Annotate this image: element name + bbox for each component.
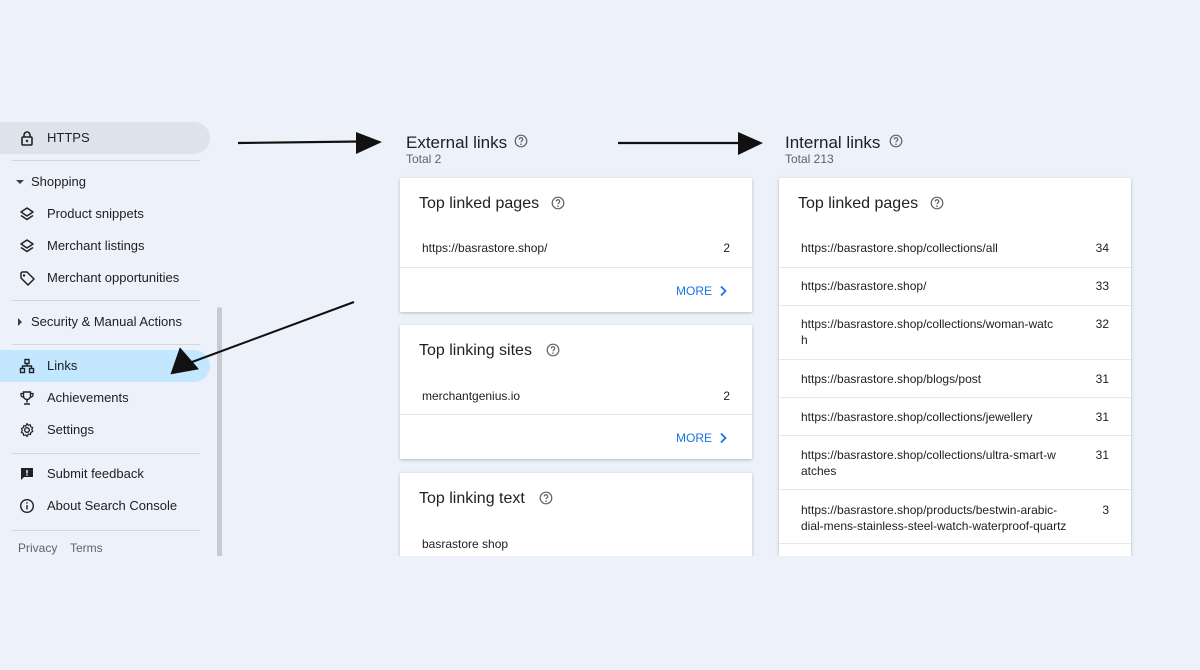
table-row[interactable]: https://basrastore.shop/collections/woma… [779,306,1131,360]
row-count: 2 [723,241,730,255]
table-row[interactable]: merchantgenius.io 2 [400,377,752,415]
gear-icon [20,422,34,438]
sidebar-item-merchant-opportunities[interactable]: Merchant opportunities [0,262,210,294]
caret-right-icon [18,318,22,326]
row-url: merchantgenius.io [422,389,521,403]
shopping-section-toggle[interactable]: Shopping [0,166,210,198]
row-url: https://basrastore.shop/ [801,279,927,293]
chevron-right-icon [720,432,727,444]
table-row[interactable]: https://basrastore.shop/collections/jewe… [779,398,1131,436]
row-url: https://basrastore.shop/collections/woma… [801,317,1054,347]
more-button[interactable]: MORE [676,431,728,445]
trophy-icon [20,391,34,405]
card-title: Top linking sites [419,342,532,359]
internal-links-title: Internal links [785,133,881,152]
table-row[interactable]: https://basrastore.shop/collections/ultr… [779,436,1131,490]
sidebar-item-https[interactable]: HTTPS [0,122,210,154]
row-url: https://basrastore.shop/collections/all [801,241,998,255]
external-links-title: External links [406,133,508,152]
card-title: Top linked pages [419,195,540,212]
section-label: Security & Manual Actions [31,314,183,329]
table-row[interactable]: https://basrastore.shop/products/bestwin… [779,490,1131,544]
table-row[interactable]: https://basrastore.shop/ 33 [779,268,1131,306]
more-label: MORE [676,431,712,445]
sidebar-item-submit-feedback[interactable]: Submit feedback [0,458,210,490]
internal-top-linked-pages-card: Top linked pages https://basrastore.shop… [779,178,1131,578]
page-background [0,556,1200,670]
sidebar-item-label: About Search Console [47,498,178,513]
terms-link[interactable]: Terms [70,541,103,555]
sitemap-icon [19,358,35,374]
sidebar-item-links[interactable]: Links [0,350,210,382]
external-top-linking-sites-card: Top linking sites merchantgenius.io 2 MO… [400,325,752,459]
external-top-linked-pages-card: Top linked pages https://basrastore.shop… [400,178,752,312]
row-count: 3 [1102,503,1109,517]
sidebar-item-label: HTTPS [47,130,90,145]
row-url: https://basrastore.shop/products/bestwin… [801,503,1067,533]
arrow-to-external-links [237,132,382,154]
more-button[interactable]: MORE [676,284,728,298]
row-count: 31 [1095,372,1109,386]
more-label: MORE [676,284,712,298]
divider [12,453,200,454]
sidebar-item-label: Merchant listings [47,238,145,253]
sidebar-item-label: Merchant opportunities [47,270,180,285]
sidebar-item-settings[interactable]: Settings [0,414,210,446]
divider [12,530,200,531]
table-row[interactable]: https://basrastore.shop/collections/all … [779,230,1131,268]
divider [12,344,200,345]
chevron-right-icon [720,285,727,297]
help-icon[interactable] [889,134,903,148]
sidebar-item-label: Submit feedback [47,466,144,481]
card-title: Top linked pages [798,195,919,212]
row-count: 32 [1095,317,1109,331]
section-label: Shopping [31,174,86,189]
external-links-total: Total 2 [406,152,442,166]
sidebar-item-label: Achievements [47,390,129,405]
table-row[interactable]: https://basrastore.shop/ 2 [400,230,752,268]
arrow-to-internal-links [618,132,763,155]
sidebar-item-about[interactable]: About Search Console [0,490,210,522]
row-count: 33 [1095,279,1109,293]
row-url: https://basrastore.shop/collections/ultr… [801,448,1056,478]
row-count: 34 [1095,241,1109,255]
sidebar-item-label: Product snippets [47,206,144,221]
divider [12,160,200,161]
row-url: https://basrastore.shop/ [422,241,548,255]
help-icon[interactable] [546,343,560,357]
divider [12,300,200,301]
sidebar-item-merchant-listings[interactable]: Merchant listings [0,230,210,262]
table-row[interactable]: https://basrastore.shop/blogs/post 31 [779,360,1131,398]
card-title: Top linking text [419,490,525,507]
row-count: 31 [1095,410,1109,424]
layers-icon [20,207,34,221]
sidebar-item-achievements[interactable]: Achievements [0,382,210,414]
help-icon[interactable] [930,196,944,210]
help-icon[interactable] [551,196,565,210]
internal-links-total: Total 213 [785,152,834,166]
security-section-toggle[interactable]: Security & Manual Actions [0,306,210,338]
sidebar-item-product-snippets[interactable]: Product snippets [0,198,210,230]
info-icon [19,498,35,514]
row-count: 2 [723,389,730,403]
row-count: 31 [1095,448,1109,462]
privacy-link[interactable]: Privacy [18,541,57,555]
help-icon[interactable] [539,491,553,505]
sidebar-scrollbar[interactable] [217,307,222,557]
sidebar-item-label: Links [47,358,78,373]
feedback-icon [21,468,33,480]
row-url: basrastore shop [422,537,509,551]
layers-icon [20,239,34,253]
tag-icon [20,271,35,286]
lock-icon [21,131,33,146]
caret-down-icon [16,180,24,184]
sidebar-item-label: Settings [47,422,94,437]
help-icon[interactable] [514,134,528,148]
row-url: https://basrastore.shop/blogs/post [801,372,982,386]
row-url: https://basrastore.shop/collections/jewe… [801,410,1033,424]
